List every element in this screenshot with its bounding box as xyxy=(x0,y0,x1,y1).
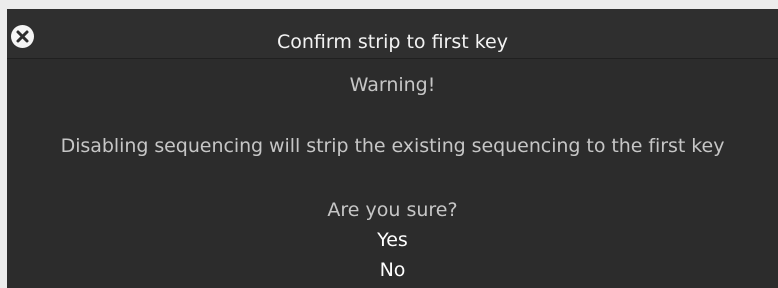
dialog-title: Confirm strip to first key xyxy=(276,31,508,53)
yes-option[interactable]: Yes xyxy=(7,228,778,252)
dialog-titlebar: Confirm strip to first key xyxy=(7,9,778,59)
confirmation-question: Are you sure? xyxy=(327,199,458,221)
warning-message: Disabling sequencing will strip the exis… xyxy=(60,135,725,157)
warning-text: Warning! xyxy=(349,74,436,96)
yes-label: Yes xyxy=(377,229,408,251)
no-label: No xyxy=(379,259,406,281)
confirm-dialog: Confirm strip to first key Warning! Disa… xyxy=(7,9,778,288)
no-option[interactable]: No xyxy=(7,258,778,282)
